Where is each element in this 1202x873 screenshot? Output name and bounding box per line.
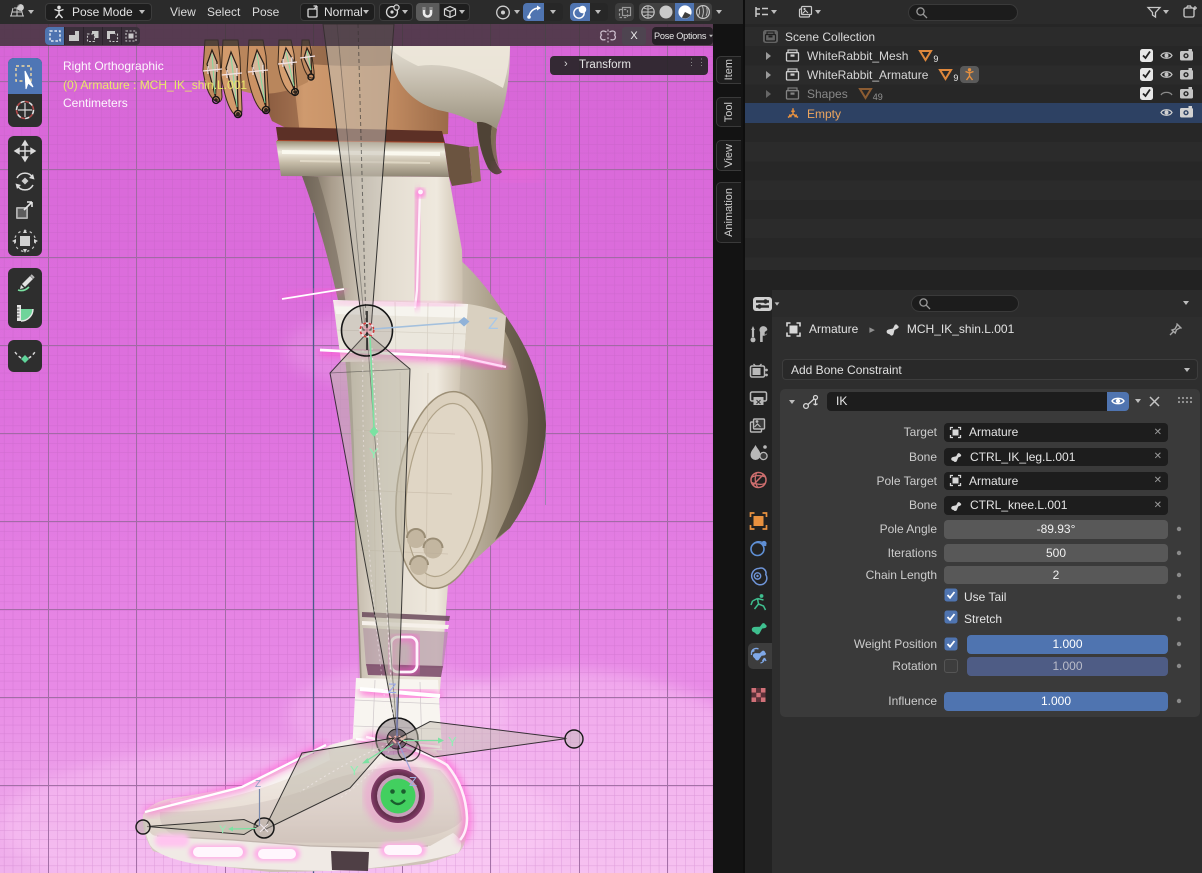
svg-text:Centimeters: Centimeters: [63, 96, 128, 110]
svg-text:Y: Y: [369, 445, 379, 461]
svg-text:Y: Y: [350, 763, 359, 778]
svg-text:Z: Z: [255, 779, 261, 790]
svg-text:(0) Armature : MCH_IK_shin.L.0: (0) Armature : MCH_IK_shin.L.001: [63, 78, 247, 92]
svg-text:Y: Y: [219, 824, 227, 836]
svg-text:Y: Y: [448, 734, 457, 749]
svg-text:Z: Z: [488, 314, 498, 333]
svg-text:Right Orthographic: Right Orthographic: [63, 59, 164, 73]
svg-text:Z: Z: [409, 774, 417, 789]
svg-text:Z: Z: [388, 680, 397, 696]
